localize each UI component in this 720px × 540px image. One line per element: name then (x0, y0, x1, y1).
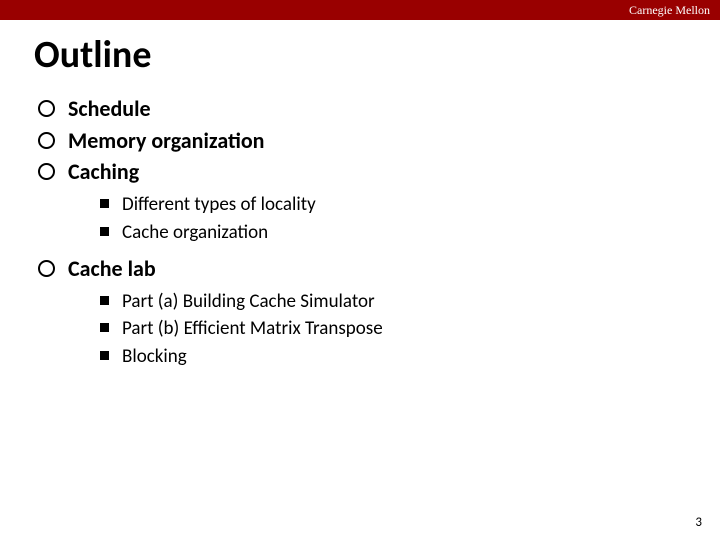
list-item: Schedule (34, 94, 720, 124)
list-item-label: Memory organization (68, 127, 265, 154)
sublist: Part (a) Building Cache Simulator Part (… (68, 288, 720, 371)
list-item-label: Cache lab (68, 255, 156, 282)
list-item-label: Schedule (68, 95, 151, 122)
header-banner: Carnegie Mellon (0, 0, 720, 20)
page-number: 3 (695, 515, 702, 530)
list-item: Caching Different types of locality Cach… (34, 157, 720, 246)
content-area: Schedule Memory organization Caching Dif… (0, 94, 720, 370)
list-item: Cache lab Part (a) Building Cache Simula… (34, 254, 720, 370)
sublist-item: Part (b) Efficient Matrix Transpose (98, 315, 720, 343)
slide: Carnegie Mellon Outline Schedule Memory … (0, 0, 720, 540)
list-item: Memory organization (34, 126, 720, 156)
sublist-item: Part (a) Building Cache Simulator (98, 288, 720, 316)
outline-list: Schedule Memory organization Caching Dif… (34, 94, 720, 370)
sublist-item: Different types of locality (98, 191, 720, 219)
list-item-label: Caching (68, 158, 139, 185)
sublist-item: Blocking (98, 343, 720, 371)
sublist-item: Cache organization (98, 219, 720, 247)
sublist: Different types of locality Cache organi… (68, 191, 720, 246)
institution-name: Carnegie Mellon (629, 3, 710, 18)
page-title: Outline (0, 20, 720, 94)
